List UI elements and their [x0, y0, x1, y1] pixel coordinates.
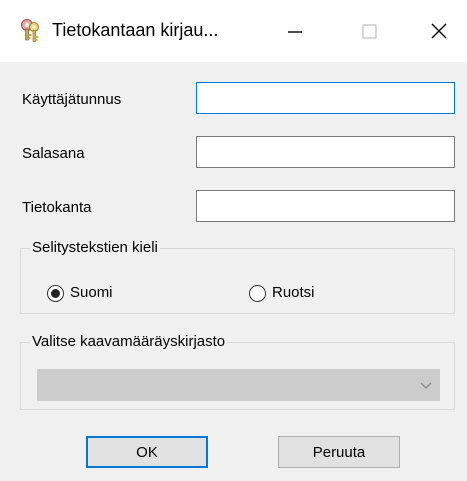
window-title: Tietokantaan kirjau...: [52, 20, 219, 40]
caption-language-legend: Selitystekstien kieli: [30, 238, 160, 258]
radio-suomi[interactable]: Suomi: [47, 283, 113, 303]
database-input[interactable]: [196, 190, 455, 222]
cancel-button[interactable]: Peruuta: [278, 436, 400, 468]
formula-library-group: Valitse kaavamääräyskirjasto: [20, 332, 455, 410]
radio-button-unchecked[interactable]: [249, 284, 266, 302]
login-dialog: Tietokantaan kirjau... Käyttäjätunnus Sa…: [0, 0, 467, 481]
maximize-icon: [362, 24, 377, 39]
radio-dot: [51, 288, 60, 298]
radio-ruotsi-label[interactable]: Ruotsi: [272, 283, 315, 303]
close-icon: [431, 23, 447, 39]
chevron-down-icon: [420, 382, 432, 389]
radio-button-checked[interactable]: [47, 284, 64, 302]
password-label: Salasana: [22, 145, 85, 162]
close-button[interactable]: [414, 12, 464, 52]
minimize-button[interactable]: [270, 12, 320, 52]
username-input[interactable]: [196, 82, 455, 114]
maximize-button[interactable]: [344, 12, 394, 52]
database-label: Tietokanta: [22, 199, 92, 216]
minimize-icon: [288, 31, 302, 33]
radio-suomi-label[interactable]: Suomi: [70, 283, 113, 303]
ok-button[interactable]: OK: [86, 436, 208, 468]
caption-language-group: Selitystekstien kieli Suomi Ruotsi: [20, 238, 455, 314]
formula-library-legend: Valitse kaavamääräyskirjasto: [30, 332, 228, 352]
password-input[interactable]: [196, 136, 455, 168]
title-bar[interactable]: Tietokantaan kirjau...: [0, 0, 467, 62]
dialog-body: Käyttäjätunnus Salasana Tietokanta Selit…: [0, 62, 467, 481]
keys-icon: [19, 18, 43, 44]
radio-ruotsi[interactable]: Ruotsi: [249, 283, 315, 303]
formula-library-dropdown[interactable]: [37, 369, 440, 401]
username-label: Käyttäjätunnus: [22, 91, 122, 108]
